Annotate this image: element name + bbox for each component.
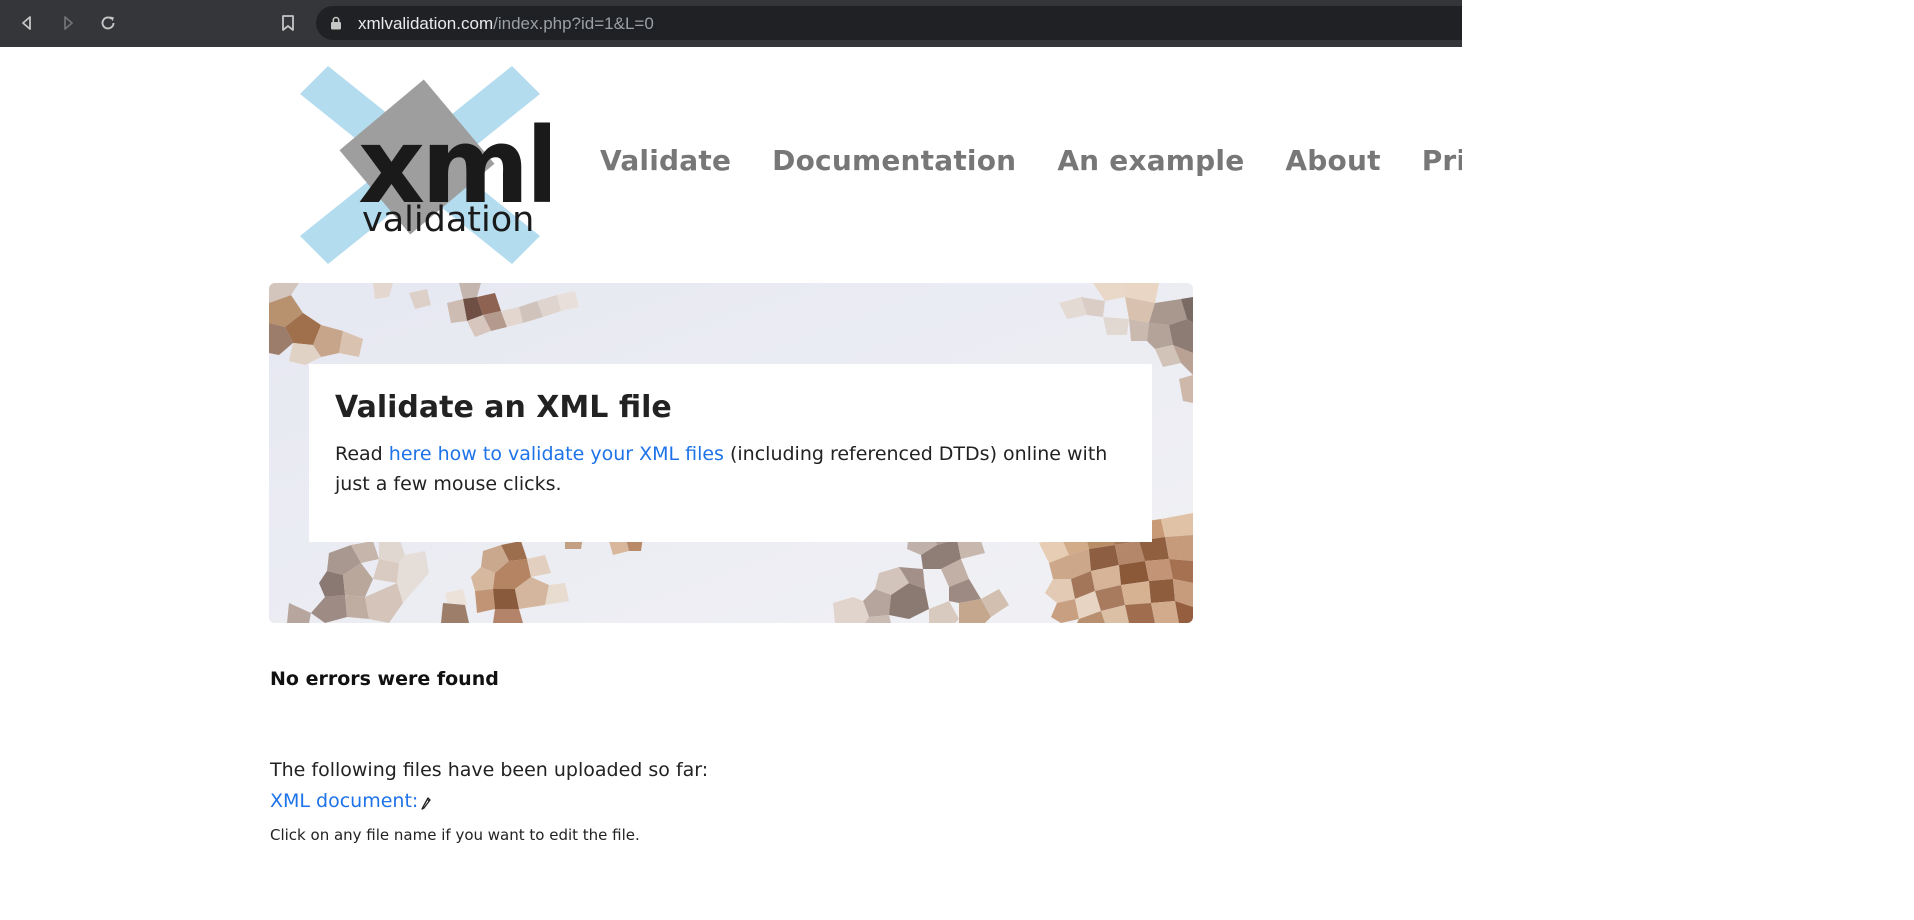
hero-description: Read here how to validate your XML files… xyxy=(335,439,1126,499)
nav-an-example[interactable]: An example xyxy=(1057,144,1244,177)
hero-text-before: Read xyxy=(335,443,389,465)
logo-sub-text: validation xyxy=(362,200,534,240)
xml-document-label: XML document: xyxy=(270,790,419,812)
xml-document-link[interactable]: XML document: xyxy=(270,790,432,812)
main-nav: Validate Documentation An example About Priv… xyxy=(600,144,1462,184)
nav-documentation[interactable]: Documentation xyxy=(772,144,1016,177)
page-title: Validate an XML file xyxy=(335,390,672,425)
edit-hint: Click on any file name if you want to ed… xyxy=(270,826,640,844)
xml-validation-logo-icon: xml validation xyxy=(300,66,561,264)
forward-button[interactable] xyxy=(54,9,82,37)
pencil-icon xyxy=(421,797,431,810)
validation-status: No errors were found xyxy=(270,668,499,690)
site-logo[interactable]: xml validation xyxy=(290,64,561,264)
lock-icon xyxy=(331,16,341,30)
reload-button[interactable] xyxy=(94,9,122,37)
forward-arrow-icon xyxy=(64,16,73,30)
nav-about[interactable]: About xyxy=(1285,144,1380,177)
url-text: xmlvalidation.com/index.php?id=1&L=0 xyxy=(358,14,654,34)
hero-card: Validate an XML file Read here how to va… xyxy=(309,364,1152,542)
bookmark-icon xyxy=(282,15,294,31)
url-host: xmlvalidation.com xyxy=(358,14,494,33)
back-button[interactable] xyxy=(13,9,41,37)
nav-privacy[interactable]: Privacy xyxy=(1422,144,1462,177)
hero-banner: Validate an XML file Read here how to va… xyxy=(269,283,1193,623)
validate-howto-link[interactable]: here how to validate your XML files xyxy=(389,443,724,465)
bookmark-button[interactable] xyxy=(274,9,302,37)
back-arrow-icon xyxy=(22,16,31,30)
address-bar[interactable]: xmlvalidation.com/index.php?id=1&L=0 xyxy=(316,6,1462,40)
browser-toolbar: xmlvalidation.com/index.php?id=1&L=0 xyxy=(0,0,1462,47)
uploaded-files-label: The following files have been uploaded s… xyxy=(270,759,709,781)
reload-icon xyxy=(101,16,115,30)
url-path: /index.php?id=1&L=0 xyxy=(493,14,654,33)
nav-validate[interactable]: Validate xyxy=(600,144,731,177)
